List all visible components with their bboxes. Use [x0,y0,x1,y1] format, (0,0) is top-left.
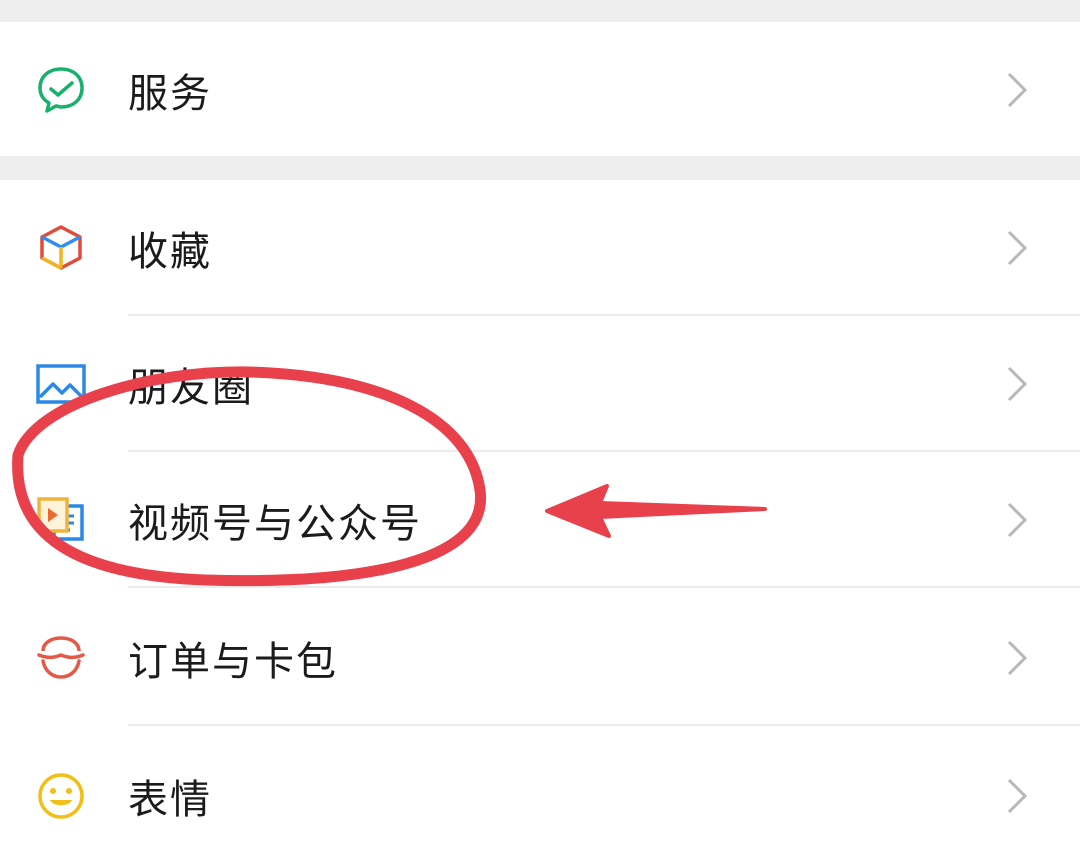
smiley-icon [30,765,92,827]
menu-item-channels[interactable]: 视频号与公众号 [0,452,1080,588]
services-group: 服务 [0,22,1080,156]
video-article-icon [30,489,92,551]
chevron-right-icon [1002,636,1032,680]
menu-item-services[interactable]: 服务 [0,22,1080,158]
divider [128,724,1080,726]
chevron-right-icon [1002,68,1032,112]
menu-item-moments[interactable]: 朋友圈 [0,316,1080,452]
chevron-right-icon [1002,498,1032,542]
menu-item-stickers[interactable]: 表情 [0,728,1080,864]
menu-item-label: 服务 [128,71,212,117]
menu-item-favorites[interactable]: 收藏 [0,180,1080,316]
menu-item-label: 视频号与公众号 [128,501,422,547]
menu-item-label: 朋友圈 [128,365,254,411]
settings-screen: 服务 收藏 朋友圈 视频号与公众号 订单与卡包 表情 [0,0,1080,865]
picture-icon [30,353,92,415]
cube-icon [30,217,92,279]
divider [128,586,1080,588]
chevron-right-icon [1002,362,1032,406]
main-menu-group: 收藏 朋友圈 视频号与公众号 订单与卡包 表情 [0,180,1080,865]
menu-item-orders[interactable]: 订单与卡包 [0,590,1080,726]
chevron-right-icon [1002,226,1032,270]
menu-item-label: 收藏 [128,229,212,275]
menu-item-label: 表情 [128,777,212,823]
menu-item-label: 订单与卡包 [128,639,338,685]
chat-check-icon [30,59,92,121]
basket-icon [30,627,92,689]
chevron-right-icon [1002,774,1032,818]
